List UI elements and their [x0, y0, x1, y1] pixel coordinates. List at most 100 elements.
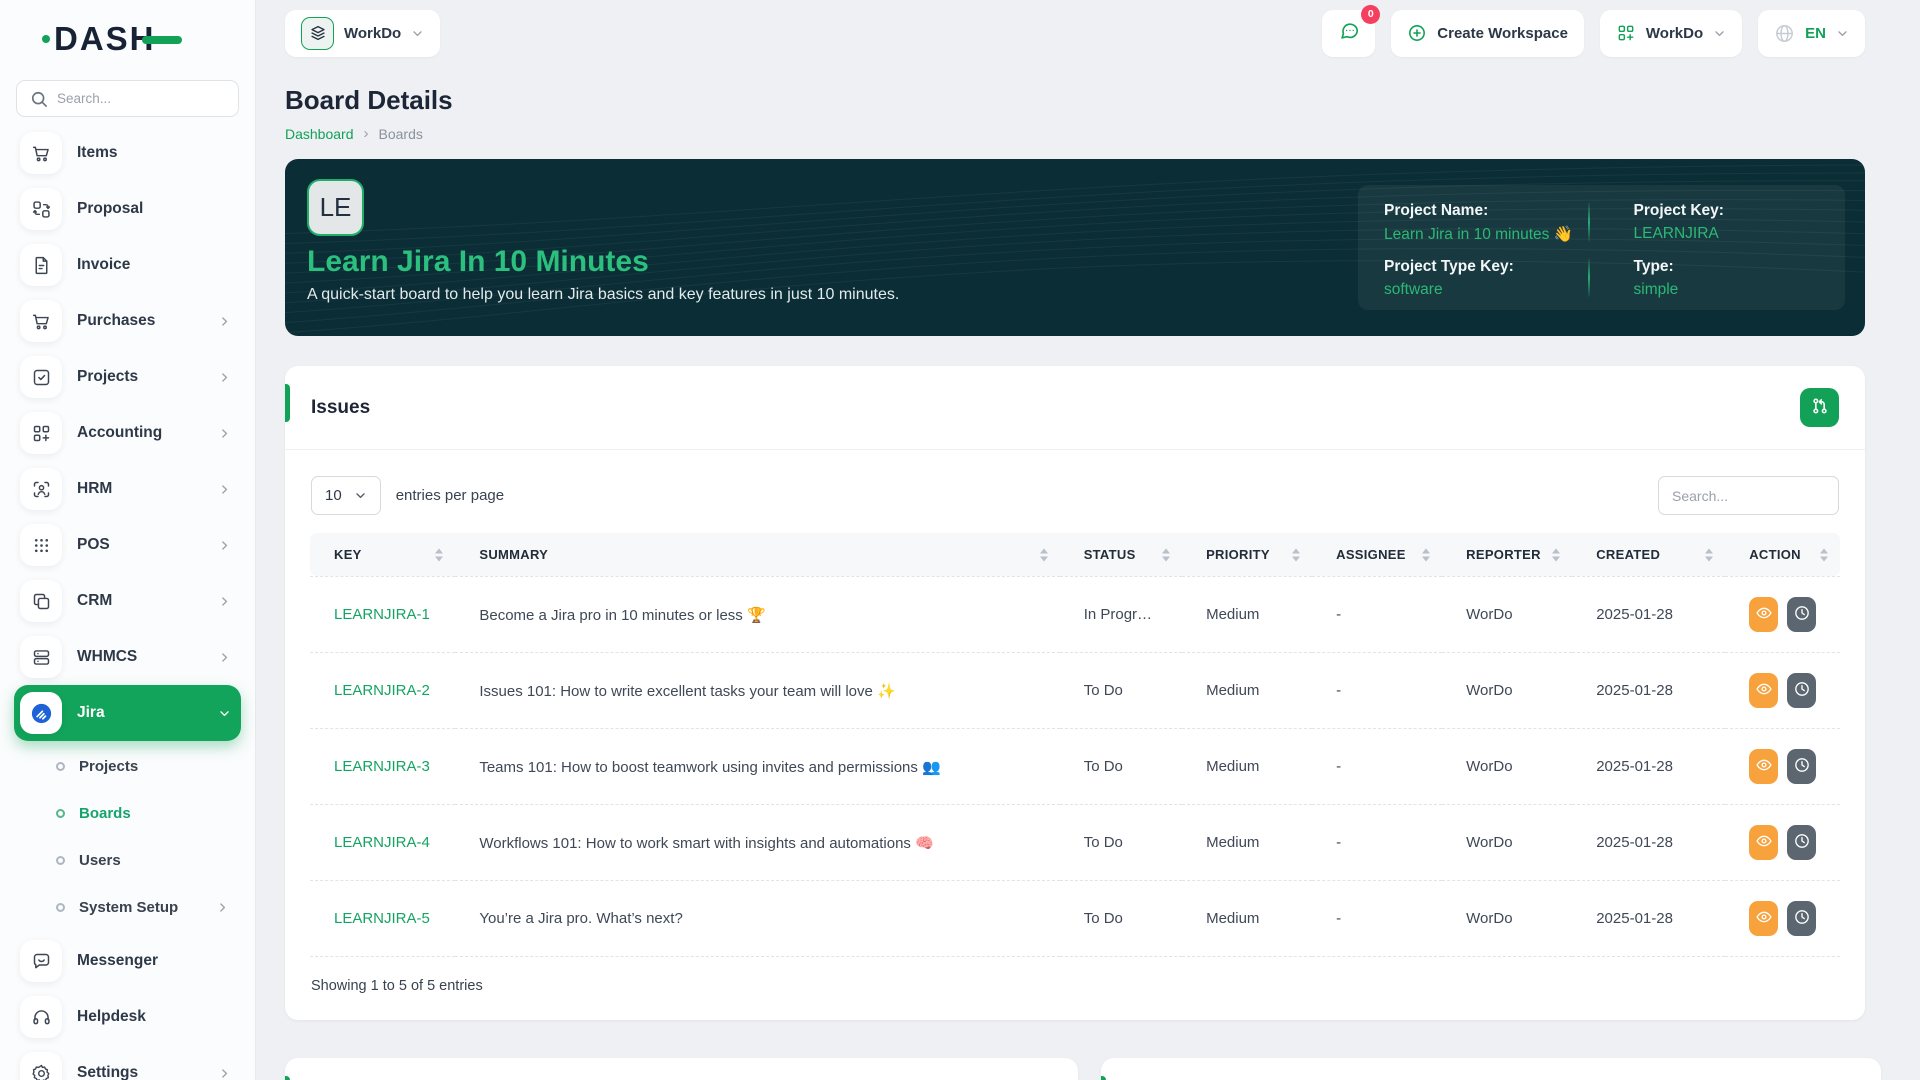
issue-key-link[interactable]: LEARNJIRA-4: [334, 834, 430, 851]
field-value: software: [1384, 281, 1602, 299]
gear-icon: [20, 1052, 62, 1080]
view-issue-button[interactable]: [1749, 673, 1778, 708]
view-issue-button[interactable]: [1749, 597, 1778, 632]
issue-summary: Teams 101: How to boost teamwork using i…: [455, 729, 1059, 805]
issues-title: Issues: [311, 397, 370, 419]
epics-card: Epics: [1101, 1058, 1881, 1080]
sidebar-item-label: Helpdesk: [77, 1008, 146, 1026]
issue-created: 2025-01-28: [1572, 881, 1725, 957]
breadcrumb-separator: ›: [364, 125, 369, 142]
issue-reporter: WorDo: [1442, 805, 1572, 881]
workspace-layers-icon: [301, 17, 334, 50]
column-header-action[interactable]: ACTION: [1725, 533, 1840, 576]
issue-created: 2025-01-28: [1572, 576, 1725, 653]
sidebar-item-items[interactable]: Items: [14, 125, 241, 181]
messages-button[interactable]: 0: [1322, 10, 1375, 57]
sidebar-item-projects[interactable]: Projects: [14, 349, 241, 405]
sidebar-item-proposal[interactable]: Proposal: [14, 181, 241, 237]
subitem-label: Projects: [79, 758, 138, 775]
sidebar-item-settings[interactable]: Settings: [14, 1045, 241, 1080]
view-issue-button[interactable]: [1749, 901, 1778, 936]
sidebar-item-helpdesk[interactable]: Helpdesk: [14, 989, 241, 1045]
column-header-priority[interactable]: PRIORITY: [1182, 533, 1312, 576]
issue-row: LEARNJIRA-2 Issues 101: How to write exc…: [310, 653, 1840, 729]
issue-key-link[interactable]: LEARNJIRA-1: [334, 606, 430, 623]
field-value: simple: [1634, 281, 1820, 299]
sidebar-item-label: Proposal: [77, 200, 143, 218]
chevron-right-icon: [216, 901, 229, 914]
column-header-assignee[interactable]: ASSIGNEE: [1312, 533, 1442, 576]
breadcrumb: Dashboard › Boards: [285, 125, 1865, 142]
chevron-down-icon: [411, 27, 424, 40]
sidebar-subitem-system-setup[interactable]: System Setup: [14, 884, 241, 931]
issue-key-link[interactable]: LEARNJIRA-3: [334, 758, 430, 775]
sidebar-item-invoice[interactable]: Invoice: [14, 237, 241, 293]
sync-issues-button[interactable]: [1800, 388, 1839, 427]
field-label: Project Name:: [1384, 202, 1602, 220]
dots-grid-icon: [20, 524, 62, 566]
sidebar-subitem-boards[interactable]: Boards: [14, 790, 241, 837]
create-workspace-button[interactable]: Create Workspace: [1391, 10, 1584, 57]
issue-key-link[interactable]: LEARNJIRA-5: [334, 910, 430, 927]
sidebar-menu: Items Proposal Invoice Purchases Project…: [14, 125, 241, 1080]
issue-status: To Do: [1060, 653, 1182, 729]
sidebar-search[interactable]: [16, 80, 239, 117]
column-header-reporter[interactable]: REPORTER: [1442, 533, 1572, 576]
issue-priority: Medium: [1182, 576, 1312, 653]
sidebar-item-crm[interactable]: CRM: [14, 573, 241, 629]
workdo-apps-menu[interactable]: WorkDo: [1600, 10, 1742, 57]
sidebar-item-label: POS: [77, 536, 110, 554]
sidebar-search-input[interactable]: [57, 91, 226, 106]
transfer-icon: [20, 188, 62, 230]
chevron-right-icon: [218, 315, 231, 328]
history-button[interactable]: [1787, 825, 1816, 860]
sidebar-item-label: Settings: [77, 1064, 138, 1080]
sidebar-item-messenger[interactable]: Messenger: [14, 933, 241, 989]
history-button[interactable]: [1787, 749, 1816, 784]
copy-icon: [20, 580, 62, 622]
issue-row: LEARNJIRA-5 You’re a Jira pro. What’s ne…: [310, 881, 1840, 957]
column-header-summary[interactable]: SUMMARY: [455, 533, 1059, 576]
column-header-status[interactable]: STATUS: [1060, 533, 1182, 576]
issue-priority: Medium: [1182, 805, 1312, 881]
sort-arrows-icon: [1705, 548, 1713, 561]
issues-search-input[interactable]: [1658, 476, 1839, 515]
topbar-right: 0 Create Workspace WorkDo EN: [1322, 10, 1865, 57]
view-issue-button[interactable]: [1749, 749, 1778, 784]
epics-header: Epics: [1101, 1058, 1881, 1080]
headset-icon: [20, 996, 62, 1038]
sidebar-item-label: CRM: [77, 592, 112, 610]
board-avatar: LE: [307, 179, 364, 236]
issue-reporter: WorDo: [1442, 881, 1572, 957]
sidebar-item-hrm[interactable]: HRM: [14, 461, 241, 517]
issue-status: To Do: [1060, 805, 1182, 881]
issue-status: In Progress: [1060, 576, 1182, 653]
sidebar-item-jira[interactable]: Jira: [14, 685, 241, 741]
sidebar-item-purchases[interactable]: Purchases: [14, 293, 241, 349]
history-button[interactable]: [1787, 901, 1816, 936]
brand-logo[interactable]: DASH: [14, 0, 241, 78]
language-selector[interactable]: EN: [1758, 10, 1865, 57]
bullet-icon: [56, 809, 65, 818]
sidebar-subitem-projects[interactable]: Projects: [14, 743, 241, 790]
column-header-created[interactable]: CREATED: [1572, 533, 1725, 576]
sidebar-item-pos[interactable]: POS: [14, 517, 241, 573]
workspace-switcher[interactable]: WorkDo: [285, 10, 440, 57]
entries-per-page-select[interactable]: 10: [311, 476, 381, 515]
sidebar-item-accounting[interactable]: Accounting: [14, 405, 241, 461]
sidebar-item-whmcs[interactable]: WHMCS: [14, 629, 241, 685]
sidebar-item-label: Purchases: [77, 312, 155, 330]
history-button[interactable]: [1787, 597, 1816, 632]
issue-assignee: -: [1312, 576, 1442, 653]
history-button[interactable]: [1787, 673, 1816, 708]
sidebar-subitem-users[interactable]: Users: [14, 837, 241, 884]
project-info-panel: Project Name: Learn Jira in 10 minutes 👋…: [1358, 185, 1845, 310]
jira-logo-icon: [20, 692, 62, 734]
column-header-key[interactable]: KEY: [310, 533, 455, 576]
sidebar-item-label: Items: [77, 144, 118, 162]
view-issue-button[interactable]: [1749, 825, 1778, 860]
issue-key-link[interactable]: LEARNJIRA-2: [334, 682, 430, 699]
user-scan-icon: [20, 468, 62, 510]
breadcrumb-dashboard-link[interactable]: Dashboard: [285, 126, 354, 142]
sidebar: DASH Items Proposal Invoice Purchases Pr…: [0, 0, 255, 1080]
